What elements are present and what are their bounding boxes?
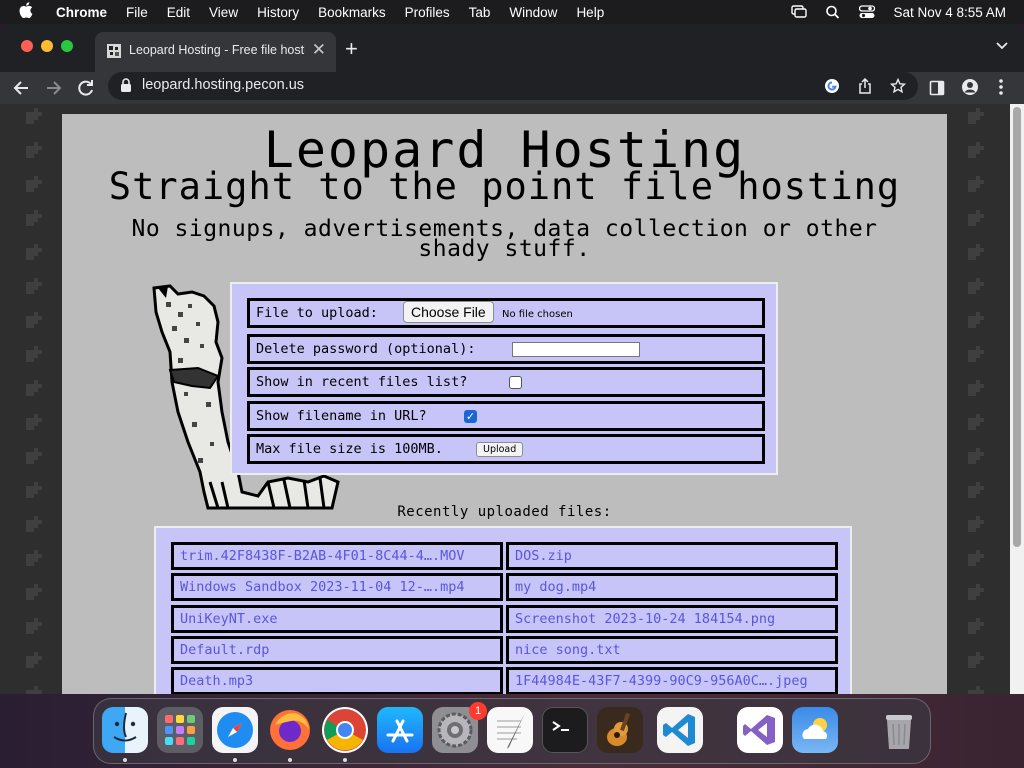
- choose-file-button[interactable]: Choose File: [403, 301, 494, 323]
- macos-menu-bar: Chrome File Edit View History Bookmarks …: [0, 0, 1024, 24]
- new-tab-button[interactable]: +: [345, 36, 358, 62]
- bookmark-star-icon[interactable]: [889, 77, 907, 99]
- max-size-row: Max file size is 100MB. Upload: [247, 434, 765, 464]
- show-recent-checkbox[interactable]: [509, 376, 522, 389]
- recent-files-title: Recently uploaded files:: [397, 504, 612, 520]
- visual-studio-icon[interactable]: [737, 707, 783, 753]
- scrollbar-thumb[interactable]: [1013, 107, 1021, 547]
- control-center-icon[interactable]: [859, 5, 876, 19]
- tab-title: Leopard Hosting - Free file hosting: [129, 43, 305, 57]
- menu-bar-status-area: Sat Nov 4 8:55 AM: [791, 0, 1006, 24]
- menu-window[interactable]: Window: [509, 5, 557, 20]
- menu-bar-clock[interactable]: Sat Nov 4 8:55 AM: [893, 5, 1006, 20]
- share-icon[interactable]: [858, 77, 872, 99]
- page-subtitle: Straight to the point file hosting: [108, 165, 901, 208]
- recent-file-link[interactable]: 1F44984E-43F7-4399-90C9-956A0C….jpeg: [506, 667, 838, 694]
- weather-icon[interactable]: [792, 707, 838, 753]
- launchpad-icon[interactable]: [157, 707, 203, 753]
- tab-close-icon[interactable]: ✕: [312, 40, 326, 60]
- spotlight-search-icon[interactable]: [825, 5, 841, 19]
- url-text[interactable]: leopard.hosting.pecon.us: [142, 77, 304, 93]
- upload-form: File to upload: Choose File No file chos…: [230, 282, 778, 475]
- textedit-icon[interactable]: [487, 707, 533, 753]
- menu-history[interactable]: History: [257, 5, 299, 20]
- pixel-arrow-border-right: [966, 104, 988, 694]
- menu-tab[interactable]: Tab: [469, 5, 491, 20]
- macos-dock: 1: [93, 698, 931, 764]
- delete-password-input[interactable]: [512, 342, 640, 357]
- maximize-window-button[interactable]: [61, 40, 73, 52]
- app-store-icon[interactable]: [377, 707, 423, 753]
- menu-help[interactable]: Help: [576, 5, 604, 20]
- leopard-hosting-page: Leopard Hosting Straight to the point fi…: [62, 114, 947, 694]
- show-recent-row: Show in recent files list?: [247, 367, 765, 397]
- show-recent-label: Show in recent files list?: [256, 374, 468, 390]
- show-filename-row: Show filename in URL? ✓: [247, 401, 765, 431]
- file-upload-label: File to upload:: [256, 305, 378, 321]
- profile-avatar-icon[interactable]: [961, 78, 979, 104]
- menu-file[interactable]: File: [126, 5, 148, 20]
- menu-profiles[interactable]: Profiles: [405, 5, 450, 20]
- menu-app-chrome[interactable]: Chrome: [56, 5, 107, 20]
- lock-icon[interactable]: [120, 78, 132, 92]
- page-scrollbar[interactable]: [1010, 104, 1024, 694]
- recent-files-list: trim.42F8438F-B2AB-4F01-8C44-4….MOV DOS.…: [154, 526, 852, 694]
- show-filename-checkbox[interactable]: ✓: [464, 410, 477, 423]
- recent-file-link[interactable]: Windows Sandbox 2023-11-04 12-….mp4: [171, 573, 503, 601]
- menu-bookmarks[interactable]: Bookmarks: [318, 5, 386, 20]
- minimize-window-button[interactable]: [41, 40, 53, 52]
- chrome-menu-icon[interactable]: [998, 78, 1004, 104]
- leopard-favicon-icon: [106, 43, 122, 59]
- side-panel-icon[interactable]: [929, 78, 945, 104]
- file-upload-row: File to upload: Choose File No file chos…: [247, 298, 765, 328]
- firefox-running-dot: [288, 758, 292, 762]
- tab-search-chevron-icon[interactable]: [996, 38, 1008, 53]
- terminal-icon[interactable]: [542, 707, 588, 753]
- recent-file-link[interactable]: Default.rdp: [171, 636, 503, 664]
- delete-password-row: Delete password (optional):: [247, 334, 765, 364]
- recent-file-link[interactable]: Death.mp3: [171, 667, 503, 694]
- recent-file-link[interactable]: trim.42F8438F-B2AB-4F01-8C44-4….MOV: [171, 542, 503, 570]
- tab-leopard-hosting[interactable]: Leopard Hosting - Free file hosting ✕: [95, 32, 336, 72]
- firefox-icon[interactable]: [267, 707, 313, 753]
- vscode-icon[interactable]: [657, 707, 703, 753]
- close-window-button[interactable]: [21, 40, 33, 52]
- upload-button[interactable]: Upload: [476, 442, 524, 457]
- recent-file-link[interactable]: UniKeyNT.exe: [171, 605, 503, 633]
- tab-strip: Leopard Hosting - Free file hosting ✕ +: [0, 24, 1024, 72]
- recent-file-link[interactable]: DOS.zip: [506, 542, 838, 570]
- menu-edit[interactable]: Edit: [167, 5, 190, 20]
- settings-badge: 1: [469, 702, 487, 720]
- finder-icon[interactable]: [102, 707, 148, 753]
- menu-view[interactable]: View: [209, 5, 238, 20]
- chrome-running-dot: [343, 758, 347, 762]
- recent-file-link[interactable]: nice song.txt: [506, 636, 838, 664]
- delete-password-label: Delete password (optional):: [256, 341, 476, 357]
- chrome-window: Leopard Hosting - Free file hosting ✕ + …: [0, 24, 1024, 694]
- no-file-chosen-text: No file chosen: [502, 309, 573, 320]
- recent-file-link[interactable]: my dog.mp4: [506, 573, 838, 601]
- safari-icon[interactable]: [212, 707, 258, 753]
- browser-toolbar: leopard.hosting.pecon.us: [0, 72, 1024, 104]
- pixel-arrow-border-left: [24, 104, 46, 694]
- page-tagline: No signups, advertisements, data collect…: [131, 216, 878, 262]
- screen-mirroring-icon[interactable]: [791, 5, 808, 19]
- garageband-icon[interactable]: [597, 707, 643, 753]
- max-size-label: Max file size is 100MB.: [256, 441, 443, 457]
- page-viewport[interactable]: Leopard Hosting Straight to the point fi…: [0, 104, 1024, 694]
- safari-running-dot: [233, 758, 237, 762]
- trash-icon[interactable]: [876, 707, 922, 753]
- recent-file-link[interactable]: Screenshot 2023-10-24 184154.png: [506, 605, 838, 633]
- apple-menu-icon[interactable]: [16, 2, 36, 22]
- address-bar[interactable]: leopard.hosting.pecon.us: [108, 72, 918, 100]
- show-filename-label: Show filename in URL?: [256, 408, 427, 424]
- finder-running-dot: [123, 758, 127, 762]
- chrome-icon[interactable]: [322, 707, 368, 753]
- google-lens-icon[interactable]: [824, 78, 840, 99]
